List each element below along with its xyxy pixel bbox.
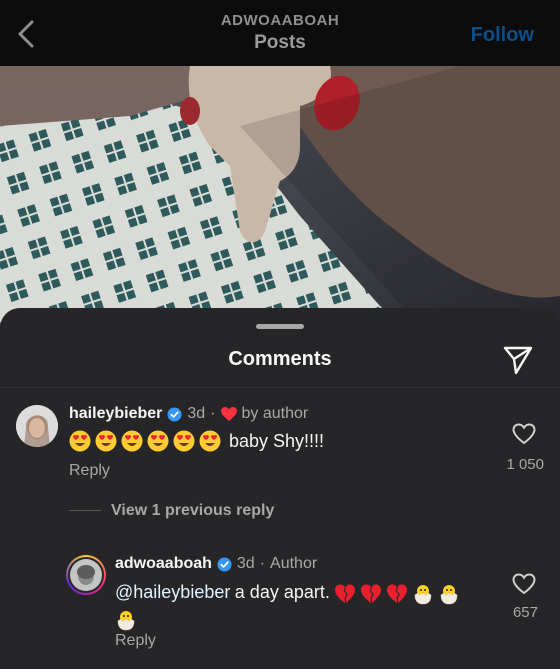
broken-heart-emoji-icon — [361, 584, 382, 603]
heart-outline-icon[interactable] — [512, 423, 536, 445]
avatar[interactable] — [66, 555, 106, 595]
heart-eyes-emoji-icon — [95, 430, 117, 452]
heart-eyes-emoji-icon — [69, 430, 91, 452]
heart-eyes-emoji-icon — [147, 430, 169, 452]
comments-title: Comments — [228, 348, 332, 370]
hatching-chick-emoji-icon — [415, 584, 432, 605]
broken-heart-emoji-icon — [387, 584, 408, 603]
post-header: ADWOAABOAH Posts Follow — [0, 0, 560, 66]
comment-body: baby Shy!!!! — [69, 430, 324, 452]
comment-header: haileybieber 3d · by author — [69, 405, 308, 423]
reply-button[interactable]: Reply — [115, 632, 156, 650]
like-count: 657 — [512, 604, 538, 621]
verified-badge-icon — [167, 406, 182, 422]
liked-by-author: by author — [241, 405, 309, 422]
author-badge: Author — [270, 555, 318, 572]
like-count: 1 050 — [506, 456, 544, 473]
red-heart-icon — [220, 406, 237, 421]
mention-link[interactable]: @haileybieber — [115, 582, 230, 602]
separator: · — [259, 555, 266, 572]
reply-username[interactable]: adwoaaboah — [115, 555, 212, 573]
view-replies-button[interactable]: View 1 previous reply — [111, 502, 274, 520]
heart-outline-icon[interactable] — [512, 573, 536, 595]
sheet-grabber[interactable] — [256, 324, 304, 329]
heart-eyes-emoji-icon — [199, 430, 221, 452]
reply-time: 3d — [236, 555, 255, 572]
sheet-divider — [0, 387, 560, 388]
separator: · — [210, 405, 216, 422]
post-image[interactable] — [0, 66, 560, 326]
avatar[interactable] — [16, 405, 58, 447]
hatching-chick-emoji-icon — [441, 584, 458, 605]
comment-time: 3d — [187, 405, 206, 422]
follow-button[interactable]: Follow — [471, 24, 534, 47]
replies-divider — [69, 510, 101, 511]
verified-badge-icon — [217, 556, 232, 572]
comment-username[interactable]: haileybieber — [69, 405, 162, 423]
reply-header: adwoaaboah 3d · Author — [115, 555, 317, 573]
reply-button[interactable]: Reply — [69, 462, 110, 480]
heart-eyes-emoji-icon — [173, 430, 195, 452]
paper-plane-icon[interactable] — [502, 343, 534, 375]
heart-eyes-emoji-icon — [121, 430, 143, 452]
reply-text: a day apart. — [234, 582, 330, 602]
emoji-group — [69, 430, 225, 452]
broken-heart-emoji-icon — [335, 584, 356, 603]
reply-body: @haileybieber a day apart. — [115, 579, 485, 633]
comment-text: baby Shy!!!! — [229, 430, 325, 451]
hatching-chick-emoji-icon — [117, 610, 135, 631]
